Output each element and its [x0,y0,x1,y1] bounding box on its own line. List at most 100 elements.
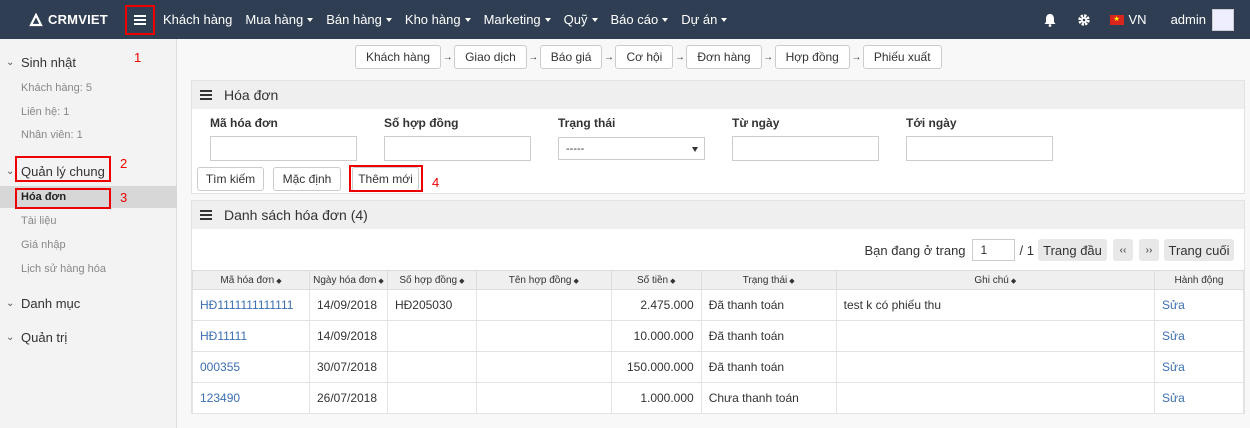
invoice-code-input[interactable] [210,136,357,161]
sidebar-item-birthday-customers[interactable]: Khách hàng: 5 [21,82,92,94]
column-header-label: Trạng thái [742,274,788,286]
column-header-label: Mã hóa đơn [220,274,275,286]
sidebar-group-birthday[interactable]: ⌄ Sinh nhật [0,51,177,73]
cell-action: Sửa [1154,351,1244,383]
nav-item-0[interactable]: Khách hàng [163,12,232,27]
sidebar-group-admin[interactable]: ⌄ Quản trị [0,326,177,348]
contract-no-input[interactable] [384,136,531,161]
edit-link[interactable]: Sửa [1162,391,1185,405]
chevron-down-icon: ⌄ [6,331,15,343]
sidebar-group-catalog[interactable]: ⌄ Danh mục [0,292,177,314]
column-header-3[interactable]: Tên hợp đồng ◆ [475,270,612,290]
gear-icon[interactable] [1076,12,1092,28]
table-row: 000355 30/07/2018 150.000.000 Đã thanh toán… [192,351,1244,383]
nav-item-3[interactable]: Kho hàng [405,12,471,27]
arrow-right-icon: → [851,51,862,63]
chevron-down-icon: ⌄ [6,56,15,68]
sidebar-item-import-price[interactable]: Giá nhập [21,239,66,251]
column-header-label: Ngày hóa đơn [313,274,377,286]
avatar[interactable] [1212,8,1234,31]
filter-panel-header: Hóa đơn [192,81,1244,109]
flow-step-3[interactable]: Cơ hội [615,45,674,69]
logo[interactable]: CRMVIET [28,12,123,27]
default-button[interactable]: Mặc định [273,167,341,191]
cell-status: Đã thanh toán [700,320,837,352]
invoice-code-link[interactable]: 123490 [200,391,240,405]
next-page-button[interactable]: ›› [1139,239,1159,261]
page-number-input[interactable]: 1 [971,239,1015,261]
sort-icon: ◆ [378,277,384,285]
status-select[interactable]: ----- [558,137,705,160]
invoice-code-link[interactable]: HĐ1111111111111 [200,298,293,312]
column-header-4[interactable]: Số tiền ◆ [610,270,702,290]
nav-item-2[interactable]: Bán hàng [326,12,392,27]
from-date-input[interactable] [732,136,879,161]
sidebar-item-product-history[interactable]: Lịch sử hàng hóa [21,263,106,275]
nav-item-label: Kho hàng [404,12,461,27]
nav-item-4[interactable]: Marketing [484,12,551,27]
menu-toggle-button[interactable] [125,4,155,35]
sort-icon: ◆ [276,277,282,285]
flow-step-6[interactable]: Phiếu xuất [862,45,942,69]
cell-contract_name [475,351,612,383]
main-menu: Khách hàng Mua hàng Bán hàng Kho hàng Market… [163,12,740,27]
sidebar-item-birthday-contacts[interactable]: Liên hệ: 1 [21,106,69,118]
first-page-button[interactable]: Trang đầu [1038,239,1107,261]
column-header-6[interactable]: Ghi chú ◆ [835,270,1156,290]
flow-step-0[interactable]: Khách hàng [355,45,442,69]
sidebar-item-documents[interactable]: Tài liệu [21,215,56,227]
annotation-marker-2: 2 [120,156,128,171]
status-label: Trạng thái [558,116,616,130]
cell-amount: 2.475.000 [610,289,702,321]
last-page-button[interactable]: Trang cuối [1164,239,1234,261]
flow-step-2[interactable]: Báo giá [539,45,603,69]
chevron-down-icon: ⌄ [6,165,15,177]
to-date-input[interactable] [906,136,1053,161]
cell-amount: 10.000.000 [610,320,702,352]
invoice-code-link[interactable]: HĐ11111 [200,329,247,343]
sidebar-group-label: Sinh nhật [21,54,76,70]
invoice-list-panel: Danh sách hóa đơn (4) Bạn đang ở trang 1… [191,200,1245,414]
nav-item-1[interactable]: Mua hàng [245,12,314,27]
edit-link[interactable]: Sửa [1162,329,1185,343]
sort-icon: ◆ [459,277,465,285]
column-header-2[interactable]: Số hợp đồng ◆ [386,270,477,290]
cell-action: Sửa [1154,382,1244,414]
chevron-down-icon: ⌄ [6,297,15,309]
cell-contract_no: HĐ205030 [386,289,477,321]
annotation-marker-4: 4 [432,175,440,190]
to-date-label: Tới ngày [906,116,957,130]
flow-step-1[interactable]: Giao dịch [454,45,527,69]
nav-item-7[interactable]: Dự án [681,12,728,27]
sidebar-item-birthday-staff[interactable]: Nhân viên: 1 [21,129,83,141]
caret-down-icon [385,17,392,22]
navbar-right: VN admin [1042,0,1250,39]
table-row: HĐ11111 14/09/2018 10.000.000 Đã thanh toán… [192,320,1244,352]
cell-note [835,382,1156,414]
column-header-7[interactable]: Hành động [1154,270,1244,290]
chevron-down-icon [692,147,698,152]
flow-step-5[interactable]: Hợp đồng [774,45,850,69]
invoice-code-link[interactable]: 000355 [200,360,240,374]
bell-icon[interactable] [1042,12,1058,28]
sort-icon: ◆ [573,277,579,285]
contract-no-label: Số hợp đồng [384,116,459,130]
edit-link[interactable]: Sửa [1162,298,1185,312]
search-button[interactable]: Tìm kiếm [197,167,264,191]
edit-link[interactable]: Sửa [1162,360,1185,374]
column-header-label: Hành động [1174,274,1224,286]
prev-page-button[interactable]: ‹‹ [1113,239,1133,261]
nav-item-5[interactable]: Quỹ [564,12,598,27]
cell-contract_name [475,289,612,321]
status-select-value: ----- [566,142,585,155]
flow-step-4[interactable]: Đơn hàng [686,45,762,69]
caret-down-icon [464,17,471,22]
cell-date: 30/07/2018 [308,351,388,383]
language-selector[interactable]: VN [1109,12,1147,27]
cell-contract_name [475,382,612,414]
user-name[interactable]: admin [1171,12,1206,27]
column-header-0[interactable]: Mã hóa đơn ◆ [192,270,310,290]
nav-item-6[interactable]: Báo cáo [611,12,669,27]
column-header-1[interactable]: Ngày hóa đơn ◆ [308,270,388,290]
column-header-5[interactable]: Trạng thái ◆ [700,270,837,290]
